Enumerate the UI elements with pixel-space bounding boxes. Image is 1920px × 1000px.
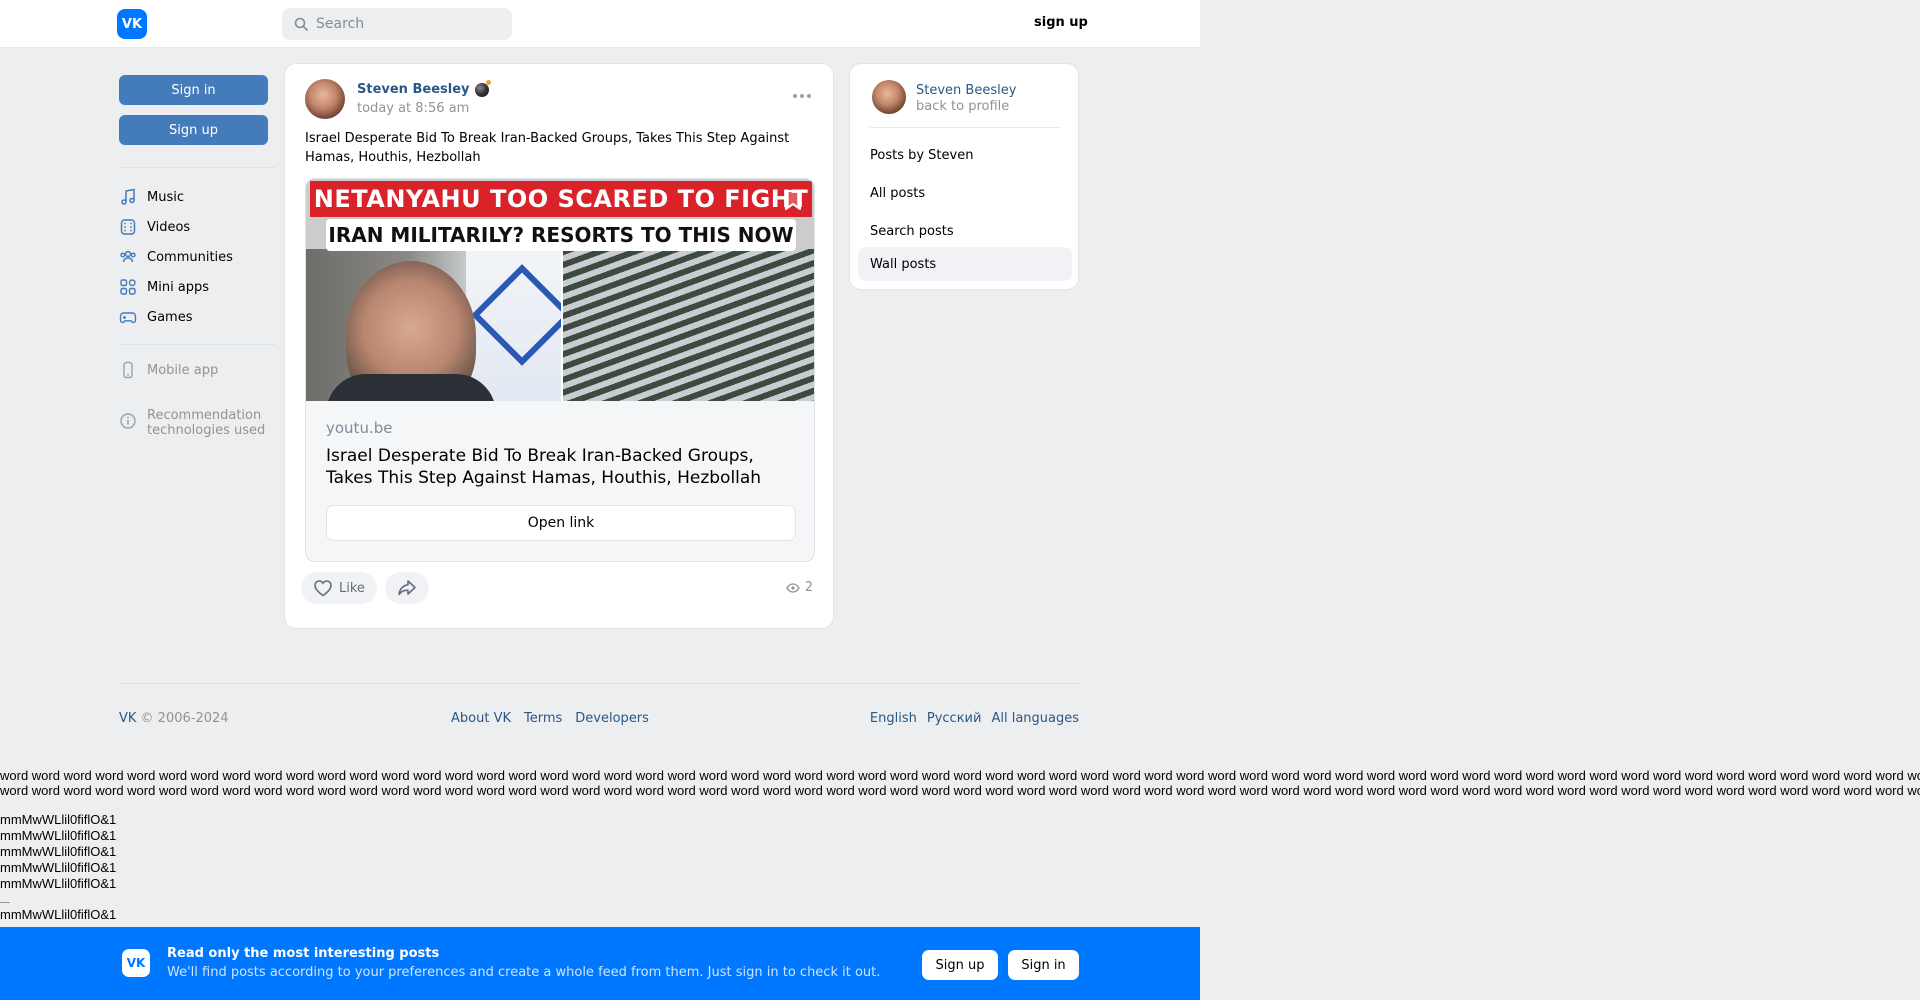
profile-name-link[interactable]: Steven Beesley — [916, 83, 1016, 98]
thumb-headline-2: IRAN MILITARILY? RESORTS TO THIS NOW — [326, 219, 796, 251]
signup-promo-banner: VK Read only the most interesting posts … — [0, 927, 1200, 1000]
nav-label: Recommendation technologies used — [147, 408, 266, 438]
like-button[interactable]: Like — [301, 572, 377, 604]
thumb-right-photo — [563, 249, 814, 401]
footer-about-link[interactable]: About VK — [451, 711, 511, 726]
footer-vk-link[interactable]: VK — [119, 711, 136, 726]
avatar[interactable] — [872, 80, 906, 114]
promo-subtitle: We'll find posts according to your prefe… — [167, 965, 881, 980]
promo-sign-up-button[interactable]: Sign up — [922, 950, 998, 980]
sign-up-button[interactable]: Sign up — [119, 115, 268, 145]
share-icon — [398, 580, 416, 596]
menu-all-posts[interactable]: All posts — [858, 176, 1072, 210]
like-label: Like — [339, 580, 365, 596]
search-placeholder: Search — [316, 16, 365, 32]
menu-search-posts[interactable]: Search posts — [858, 214, 1072, 248]
lang-english-link[interactable]: English — [870, 711, 917, 726]
thumb-flag — [466, 249, 561, 401]
thumb-suit — [326, 374, 496, 401]
post-text: Israel Desperate Bid To Break Iran-Backe… — [305, 131, 790, 165]
menu-wall-posts[interactable]: Wall posts — [858, 247, 1072, 281]
link-title[interactable]: Israel Desperate Bid To Break Iran-Backe… — [326, 445, 796, 489]
lang-russian-link[interactable]: Русский — [927, 711, 982, 726]
nav-item-recommendation[interactable]: Recommendation technologies used — [119, 408, 269, 438]
word-test-line: word word word word word word word word … — [0, 783, 1920, 798]
footer-divider — [119, 683, 1079, 684]
nav-item-mini-apps[interactable]: Mini apps — [119, 275, 209, 299]
views-counter: 2 — [785, 580, 813, 595]
nav-item-games[interactable]: Games — [119, 305, 192, 329]
views-count: 2 — [804, 580, 813, 595]
nav-label: Mobile app — [147, 362, 219, 378]
menu-posts-by-steven[interactable]: Posts by Steven — [858, 138, 1072, 172]
panel-divider — [870, 127, 1060, 128]
search-icon — [294, 17, 308, 31]
nav-label: Mini apps — [147, 279, 210, 295]
footer-copyright: VK © 2006-2024 — [119, 711, 229, 726]
back-to-profile-link[interactable]: back to profile — [916, 99, 1009, 114]
eye-icon — [785, 582, 800, 593]
word-test-line: word word word word word word word word … — [0, 768, 1920, 783]
vk-logo[interactable]: VK — [117, 9, 147, 39]
promo-sign-in-button[interactable]: Sign in — [1008, 950, 1079, 980]
mini-apps-icon — [120, 279, 136, 295]
link-domain: youtu.be — [326, 419, 393, 437]
nav-item-music[interactable]: Music — [119, 185, 184, 209]
post-actions: Like — [301, 572, 429, 604]
share-button[interactable] — [384, 572, 429, 604]
nav-item-videos[interactable]: Videos — [119, 215, 190, 239]
thumb-headline-1: NETANYAHU TOO SCARED TO FIGHT — [310, 181, 812, 217]
divider-line — [0, 902, 10, 903]
smartphone-icon — [123, 361, 133, 379]
top-header: VK Search sign up — [0, 0, 1200, 48]
promo-title: Read only the most interesting posts — [167, 946, 440, 961]
sign-in-button[interactable]: Sign in — [119, 75, 268, 105]
open-link-button[interactable]: Open link — [326, 505, 796, 541]
glyph-test-line: mmMwWLlil0fiflO&1 — [0, 812, 117, 827]
info-icon — [120, 413, 136, 429]
post-timestamp[interactable]: today at 8:56 am — [357, 101, 469, 116]
glyph-test-line: mmMwWLlil0fiflO&1 — [0, 828, 117, 843]
avatar[interactable] — [305, 79, 345, 119]
nav-item-communities[interactable]: Communities — [119, 245, 233, 269]
post-author[interactable]: Steven Beesley — [357, 79, 491, 97]
vk-logo: VK — [122, 949, 150, 977]
header-signup-link[interactable]: sign up — [1034, 15, 1088, 30]
profile-posts-panel: Steven Beesley back to profile Posts by … — [849, 63, 1079, 290]
gamepad-icon — [119, 312, 137, 324]
communities-icon — [120, 250, 136, 263]
footer-developers-link[interactable]: Developers — [575, 711, 649, 726]
post-author-name[interactable]: Steven Beesley — [357, 82, 470, 97]
glyph-test-line: mmMwWLlil0fiflO&1 — [0, 844, 117, 859]
heart-icon — [314, 580, 332, 597]
footer-copyright-text: © 2006-2024 — [136, 711, 229, 726]
nav-label: Communities — [147, 249, 233, 265]
nav-item-mobile-app[interactable]: Mobile app — [119, 358, 218, 382]
link-attachment[interactable]: NETANYAHU TOO SCARED TO FIGHT IRAN MILIT… — [305, 178, 815, 562]
footer-languages: English Русский All languages — [870, 711, 1079, 726]
video-thumbnail[interactable]: NETANYAHU TOO SCARED TO FIGHT IRAN MILIT… — [306, 179, 814, 401]
wall-post: Steven Beesley today at 8:56 am Israel D… — [284, 63, 834, 629]
footer-links: About VK Terms Developers — [451, 711, 649, 726]
glyph-test-line: mmMwWLlil0fiflO&1 — [0, 907, 117, 922]
nav-label: Games — [147, 309, 193, 325]
music-icon — [121, 188, 135, 205]
nav-divider — [119, 344, 275, 345]
glyph-test-line: mmMwWLlil0fiflO&1 — [0, 860, 117, 875]
video-icon — [120, 219, 136, 235]
footer-terms-link[interactable]: Terms — [524, 711, 562, 726]
nav-label: Videos — [147, 219, 191, 235]
glyph-test-line: mmMwWLlil0fiflO&1 — [0, 876, 117, 891]
lang-all-link[interactable]: All languages — [991, 711, 1079, 726]
nav-divider — [119, 167, 275, 168]
nav-label: Music — [147, 189, 184, 205]
bookmark-icon[interactable] — [784, 189, 802, 211]
more-options-icon[interactable] — [793, 94, 811, 98]
bomb-icon — [474, 79, 491, 97]
search-input[interactable]: Search — [282, 8, 512, 40]
